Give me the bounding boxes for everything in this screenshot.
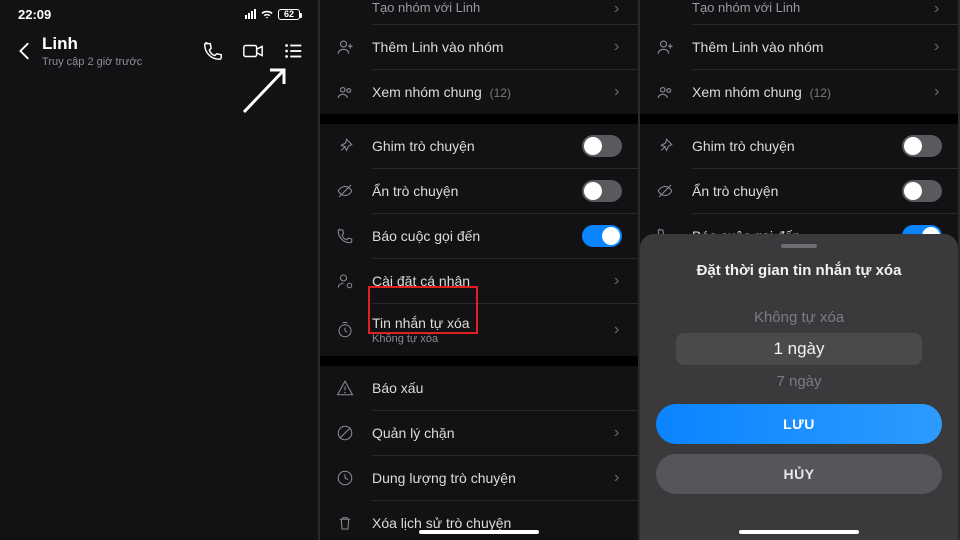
row-call-notify[interactable]: Báo cuộc gọi đến	[320, 214, 638, 258]
label-storage: Dung lượng trò chuyện	[372, 470, 614, 486]
wifi-icon	[260, 9, 274, 19]
sheet-title: Đặt thời gian tin nhắn tự xóa	[697, 262, 902, 279]
row-group-add[interactable]: Thêm Linh vào nhóm ›	[640, 25, 958, 69]
label-hide: Ẩn trò chuyện	[372, 183, 582, 199]
eye-off-icon	[336, 182, 354, 200]
toggle-pin[interactable]	[582, 135, 622, 157]
group-add-icon	[336, 0, 354, 18]
label-call-notify: Báo cuộc gọi đến	[372, 228, 582, 244]
row-pin[interactable]: Ghim trò chuyện	[320, 124, 638, 168]
chevron-right-icon: ›	[614, 424, 622, 442]
toggle-hide[interactable]	[582, 180, 622, 202]
row-storage[interactable]: Dung lượng trò chuyện ›	[320, 456, 638, 500]
row-group-create[interactable]: Tạo nhóm với Linh ›	[320, 0, 638, 24]
chevron-right-icon: ›	[934, 83, 942, 101]
picker-option[interactable]: Không tự xóa	[754, 301, 844, 333]
picker-option-selected[interactable]: 1 ngày	[676, 333, 922, 365]
signal-icon	[245, 9, 256, 19]
users-icon	[336, 83, 354, 101]
users-icon	[656, 83, 674, 101]
contact-block[interactable]: Linh Truy cập 2 giờ trước	[42, 34, 202, 68]
label-group-add: Thêm Linh vào nhóm	[692, 39, 934, 55]
label-personal: Cài đặt cá nhân	[372, 273, 614, 289]
row-group-mutual[interactable]: Xem nhóm chung (12) ›	[320, 70, 638, 114]
pane-sheet: Tạo nhóm với Linh › Thêm Linh vào nhóm ›…	[640, 0, 960, 540]
label-hide: Ẩn trò chuyện	[692, 183, 902, 199]
chevron-right-icon: ›	[614, 272, 622, 290]
chevron-right-icon: ›	[614, 0, 622, 18]
home-indicator[interactable]	[739, 530, 859, 534]
arrow-annotation-icon	[236, 60, 296, 120]
row-clear[interactable]: Xóa lịch sử trò chuyện	[320, 501, 638, 540]
toggle-hide[interactable]	[902, 180, 942, 202]
label-clear: Xóa lịch sử trò chuyện	[372, 515, 622, 531]
user-plus-icon	[336, 38, 354, 56]
auto-delete-sheet: Đặt thời gian tin nhắn tự xóa Không tự x…	[640, 234, 958, 540]
contact-activity: Truy cập 2 giờ trước	[42, 56, 202, 68]
row-pin[interactable]: Ghim trò chuyện	[640, 124, 958, 168]
row-personal[interactable]: Cài đặt cá nhân ›	[320, 259, 638, 303]
pin-icon	[336, 137, 354, 155]
label-group-mutual: Xem nhóm chung (12)	[372, 84, 614, 100]
label-group-create: Tạo nhóm với Linh	[372, 0, 614, 15]
label-group-add: Thêm Linh vào nhóm	[372, 39, 614, 55]
save-button[interactable]: LƯU	[656, 404, 942, 444]
status-bar: 22:09 62	[0, 0, 318, 28]
chevron-right-icon: ›	[934, 38, 942, 56]
row-report[interactable]: Báo xấu	[320, 366, 638, 410]
chevron-right-icon: ›	[614, 83, 622, 101]
back-icon[interactable]	[14, 40, 36, 62]
label-group-create: Tạo nhóm với Linh	[692, 0, 934, 15]
pane-chat: 22:09 62 Linh Truy cập 2 giờ trước	[0, 0, 320, 540]
chevron-right-icon: ›	[614, 38, 622, 56]
chevron-right-icon: ›	[934, 0, 942, 18]
video-icon[interactable]	[242, 40, 264, 62]
status-indicators: 62	[245, 9, 300, 20]
chevron-right-icon: ›	[614, 469, 622, 487]
clock-icon	[336, 469, 354, 487]
time-picker[interactable]: Không tự xóa 1 ngày 7 ngày	[656, 301, 942, 397]
row-group-create[interactable]: Tạo nhóm với Linh ›	[640, 0, 958, 24]
chevron-right-icon: ›	[614, 321, 622, 339]
row-block[interactable]: Quản lý chặn ›	[320, 411, 638, 455]
row-hide[interactable]: Ẩn trò chuyện	[640, 169, 958, 213]
row-auto-delete[interactable]: Tin nhắn tự xóa Không tự xóa ›	[320, 304, 638, 356]
call-in-icon	[336, 227, 354, 245]
status-time: 22:09	[18, 7, 51, 22]
label-pin: Ghim trò chuyện	[692, 138, 902, 154]
label-auto-delete: Tin nhắn tự xóa Không tự xóa	[372, 315, 614, 345]
home-indicator[interactable]	[419, 530, 539, 534]
block-icon	[336, 424, 354, 442]
row-group-add[interactable]: Thêm Linh vào nhóm ›	[320, 25, 638, 69]
group-add-icon	[656, 0, 674, 18]
contact-name: Linh	[42, 34, 202, 54]
settings-list-bg: Tạo nhóm với Linh › Thêm Linh vào nhóm ›…	[640, 0, 958, 258]
row-hide[interactable]: Ẩn trò chuyện	[320, 169, 638, 213]
alert-icon	[336, 379, 354, 397]
user-cog-icon	[336, 272, 354, 290]
battery-icon: 62	[278, 9, 300, 20]
picker-option[interactable]: 7 ngày	[776, 365, 821, 397]
toggle-call-notify[interactable]	[582, 225, 622, 247]
label-block: Quản lý chặn	[372, 425, 614, 441]
pane-settings: Tạo nhóm với Linh › Thêm Linh vào nhóm ›…	[320, 0, 640, 540]
toggle-pin[interactable]	[902, 135, 942, 157]
pin-icon	[656, 137, 674, 155]
eye-off-icon	[656, 182, 674, 200]
timer-icon	[336, 321, 354, 339]
label-group-mutual: Xem nhóm chung (12)	[692, 84, 934, 100]
menu-list-icon[interactable]	[282, 40, 304, 62]
sheet-grabber[interactable]	[781, 244, 817, 248]
row-group-mutual[interactable]: Xem nhóm chung (12) ›	[640, 70, 958, 114]
label-report: Báo xấu	[372, 380, 622, 396]
settings-list: Tạo nhóm với Linh › Thêm Linh vào nhóm ›…	[320, 0, 638, 540]
label-pin: Ghim trò chuyện	[372, 138, 582, 154]
trash-icon	[336, 514, 354, 532]
user-plus-icon	[656, 38, 674, 56]
cancel-button[interactable]: HỦY	[656, 454, 942, 494]
call-icon[interactable]	[202, 40, 224, 62]
